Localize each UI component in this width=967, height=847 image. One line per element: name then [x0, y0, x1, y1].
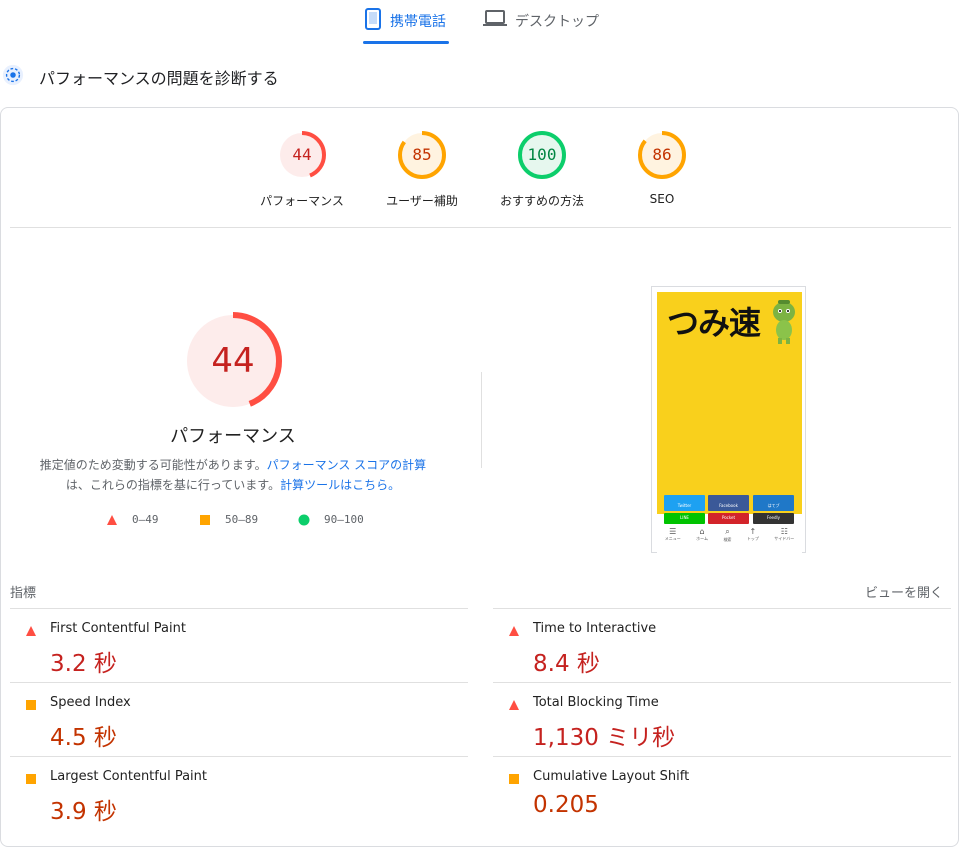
expand-view-toggle[interactable]: ビューを開く	[865, 582, 943, 601]
divider	[10, 227, 951, 228]
rating-shape	[509, 700, 519, 710]
rating-shape	[509, 626, 519, 636]
metric-name: Largest Contentful Paint	[50, 769, 208, 784]
metric-speed-index: Speed Index 4.5 秒	[10, 682, 468, 757]
gauge-score: 44	[292, 145, 312, 164]
share-pocket: Pocket	[708, 513, 749, 524]
metric-time-to-interactive: Time to Interactive 8.4 秒	[493, 608, 951, 683]
tab-desktop[interactable]: デスクトップ	[483, 8, 599, 44]
share-line: LINE	[664, 513, 705, 524]
metric-first-contentful-paint: First Contentful Paint 3.2 秒	[10, 608, 468, 683]
metric-value: 3.9 秒	[50, 799, 117, 825]
share-hatena: はてブ	[753, 495, 794, 511]
metric-value: 3.2 秒	[50, 651, 117, 677]
metric-cumulative-layout-shift: Cumulative Layout Shift 0.205	[493, 756, 951, 831]
menu-icon: ☰	[669, 527, 677, 536]
triangle-icon	[509, 626, 519, 636]
square-icon	[26, 700, 36, 710]
metric-value: 0.205	[533, 792, 599, 818]
metric-name: Time to Interactive	[533, 621, 657, 636]
laptop-icon	[483, 10, 507, 26]
score-calc-link[interactable]: パフォーマンス スコアの計算	[267, 458, 427, 472]
screenshot-header: つみ速	[657, 292, 802, 514]
square-icon	[26, 774, 36, 784]
gauge-score: 85	[412, 145, 432, 164]
metric-name: Total Blocking Time	[533, 695, 659, 710]
gauge-score: 100	[527, 145, 557, 164]
share-feedly-label: Feedly	[766, 515, 781, 520]
share-hatena-label: はてブ	[767, 503, 780, 508]
performance-label: パフォーマンス	[170, 426, 296, 447]
nav-search: ⌕ 検索	[723, 527, 731, 547]
legend-average-label: 50–89	[225, 513, 259, 526]
share-feedly: Feedly	[753, 513, 794, 524]
diagnose-title: パフォーマンスの問題を診断する	[39, 69, 279, 88]
vertical-divider	[481, 372, 482, 468]
home-icon: ⌂	[699, 527, 705, 536]
rating-shape	[509, 774, 519, 784]
gauge-score: 86	[652, 145, 672, 164]
nav-home: ⌂ ホーム	[696, 527, 708, 547]
share-twitter: Twitter	[664, 495, 705, 511]
metric-value: 8.4 秒	[533, 651, 600, 677]
share-pocket-label: Pocket	[721, 515, 736, 520]
rating-shape	[26, 774, 36, 784]
legend-fail-label: 0–49	[132, 513, 159, 526]
nav-search-label: 検索	[723, 537, 732, 542]
list-icon: ☷	[780, 527, 788, 536]
square-icon	[509, 774, 519, 784]
tab-mobile-label: 携帯電話	[390, 14, 446, 30]
metric-total-blocking-time: Total Blocking Time 1,130 ミリ秒	[493, 682, 951, 757]
metric-name: Speed Index	[50, 695, 131, 710]
site-title: つみ速	[667, 304, 761, 342]
rating-shape	[26, 700, 36, 710]
metric-value: 4.5 秒	[50, 725, 117, 751]
metric-value: 1,130 ミリ秒	[533, 725, 676, 751]
search-icon: ⌕	[725, 527, 730, 536]
circle-icon	[298, 514, 310, 525]
arrow-up-icon: ↑	[749, 527, 757, 536]
nav-top: ↑ トップ	[747, 527, 759, 547]
tab-mobile[interactable]: 携帯電話	[364, 8, 446, 44]
metrics-header: 指標	[10, 586, 37, 601]
share-line-label: LINE	[680, 515, 689, 520]
nav-menu-label: メニュー	[664, 536, 681, 541]
legend-average: 50–89	[199, 513, 258, 526]
nav-sidebar-label: サイドバー	[774, 536, 795, 541]
square-icon	[200, 514, 210, 525]
share-facebook-label: Facebook	[719, 503, 738, 508]
legend-pass-label: 90–100	[324, 513, 364, 526]
nav-menu: ☰ メニュー	[665, 527, 681, 547]
mascot-image	[773, 300, 795, 344]
performance-score: 44	[211, 341, 255, 381]
share-twitter-label: Twitter	[677, 503, 692, 508]
device-tabs: 携帯電話 デスクトップ	[0, 0, 967, 46]
legend-fail: 0–49	[106, 513, 159, 526]
page-screenshot: つみ速 Twitter Facebook はてブ LINE Pocket Fee…	[651, 286, 806, 554]
calculator-link[interactable]: 計算ツールはこちら。	[280, 478, 400, 492]
lighthouse-icon	[2, 64, 24, 86]
nav-sidebar: ☷ サイドバー	[774, 527, 794, 547]
triangle-icon	[107, 514, 117, 525]
tab-active-indicator	[363, 41, 449, 44]
triangle-icon	[509, 700, 519, 710]
metric-name: First Contentful Paint	[50, 621, 186, 636]
triangle-icon	[26, 626, 36, 636]
rating-shape	[26, 626, 36, 636]
performance-description: 推定値のため変動する可能性があります。パフォーマンス スコアの計算 は、これらの…	[20, 455, 446, 495]
screenshot-nav: ☰ メニュー ⌂ ホーム ⌕ 検索 ↑ トップ ☷ サイドバー	[657, 527, 802, 547]
metric-largest-contentful-paint: Largest Contentful Paint 3.9 秒	[10, 756, 468, 831]
desc-text-2: は、これらの指標を基に行っています。	[65, 478, 281, 492]
smartphone-icon	[365, 8, 381, 30]
nav-home-label: ホーム	[696, 536, 709, 541]
share-facebook: Facebook	[708, 495, 749, 511]
desc-text-1: 推定値のため変動する可能性があります。	[39, 458, 267, 472]
legend-pass: 90–100	[298, 513, 364, 526]
gauge-label: SEO	[649, 192, 675, 206]
tab-desktop-label: デスクトップ	[515, 14, 599, 30]
nav-top-label: トップ	[746, 536, 759, 541]
metric-name: Cumulative Layout Shift	[533, 769, 690, 784]
